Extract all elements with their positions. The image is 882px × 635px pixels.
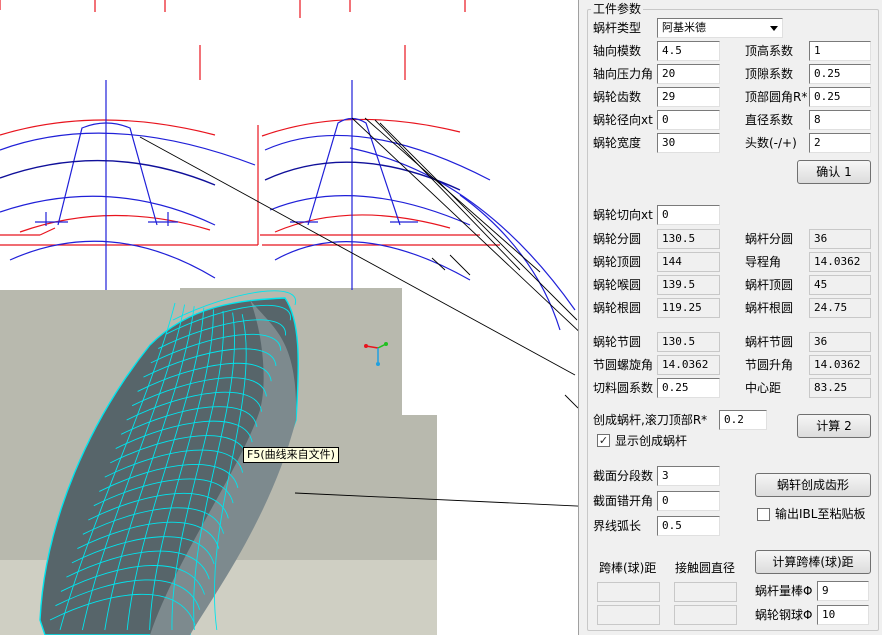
section-angle-label: 截面错开角 bbox=[593, 494, 654, 508]
param-right-input-4[interactable]: 2 bbox=[809, 133, 871, 153]
pitch-left-input-0: 130.5 bbox=[657, 332, 720, 352]
result-right-label-1: 导程角 bbox=[745, 255, 782, 269]
param-right-label-4: 头数(-/+) bbox=[745, 136, 797, 150]
result-right-label-2: 蜗杆顶圆 bbox=[745, 278, 794, 292]
result-left-label-2: 蜗轮喉圆 bbox=[593, 278, 642, 292]
group-title: 工件参数 bbox=[591, 1, 644, 17]
section-count-label: 截面分段数 bbox=[593, 469, 654, 483]
pitch-right-input-1: 14.0362 bbox=[809, 355, 871, 375]
pitch-left-label-0: 蜗轮节圆 bbox=[593, 335, 642, 349]
result-left-label-3: 蜗轮根圆 bbox=[593, 301, 642, 315]
contact-label: 接触圆直径 bbox=[675, 561, 736, 575]
show-worm-checkbox[interactable]: ✓ bbox=[597, 434, 610, 447]
result-right-input-2: 45 bbox=[809, 275, 871, 295]
pitch-right-label-2: 中心距 bbox=[745, 381, 782, 395]
param-left-label-0: 轴向模数 bbox=[593, 44, 642, 58]
result-right-input-3: 24.75 bbox=[809, 298, 871, 318]
pitch-right-input-2: 83.25 bbox=[809, 378, 871, 398]
export-ibl-label: 输出IBL至粘贴板 bbox=[775, 507, 866, 521]
result-left-label-1: 蜗轮顶圆 bbox=[593, 255, 642, 269]
param-right-input-1[interactable]: 0.25 bbox=[809, 64, 871, 84]
arc-length-label: 界线弧长 bbox=[593, 519, 642, 533]
span-label: 跨棒(球)距 bbox=[599, 561, 657, 575]
param-left-input-4[interactable]: 30 bbox=[657, 133, 720, 153]
result-right-label-0: 蜗杆分圆 bbox=[745, 232, 794, 246]
result-left-input-2: 139.5 bbox=[657, 275, 720, 295]
param-left-label-3: 蜗轮径向xt bbox=[593, 113, 653, 127]
param-right-label-2: 顶部圆角R* bbox=[745, 90, 808, 104]
section-angle-input[interactable]: 0 bbox=[657, 491, 720, 511]
generate-tooth-button[interactable]: 蜗轩创成齿形 bbox=[755, 473, 871, 497]
show-worm-label: 显示创成蜗杆 bbox=[615, 434, 688, 448]
param-left-label-2: 蜗轮齿数 bbox=[593, 90, 642, 104]
section-count-input[interactable]: 3 bbox=[657, 466, 720, 486]
span-output bbox=[597, 582, 660, 602]
tangential-label: 蜗轮切向xt bbox=[593, 208, 653, 222]
pitch-right-label-0: 蜗杆节圆 bbox=[745, 335, 794, 349]
param-right-label-0: 顶高系数 bbox=[745, 44, 794, 58]
result-right-label-3: 蜗杆根圆 bbox=[745, 301, 794, 315]
pitch-right-label-1: 节圆升角 bbox=[745, 358, 794, 372]
span-output-2 bbox=[597, 605, 660, 625]
wheel-ball-input[interactable]: 10 bbox=[817, 605, 869, 625]
result-left-input-1: 144 bbox=[657, 252, 720, 272]
wheel-ball-label: 蜗轮钢球Φ bbox=[755, 608, 813, 622]
tangential-input[interactable]: 0 bbox=[657, 205, 720, 225]
param-left-input-1[interactable]: 20 bbox=[657, 64, 720, 84]
worm-rod-input[interactable]: 9 bbox=[817, 581, 869, 601]
calc-button[interactable]: 计算 2 bbox=[797, 414, 871, 438]
contact-output-2 bbox=[674, 605, 737, 625]
param-left-input-2[interactable]: 29 bbox=[657, 87, 720, 107]
param-left-input-3[interactable]: 0 bbox=[657, 110, 720, 130]
hob-label: 创成蜗杆,滚刀顶部R* bbox=[593, 413, 708, 427]
result-right-input-1: 14.0362 bbox=[809, 252, 871, 272]
param-left-label-4: 蜗轮宽度 bbox=[593, 136, 642, 150]
param-left-label-1: 轴向压力角 bbox=[593, 67, 654, 81]
param-right-input-3[interactable]: 8 bbox=[809, 110, 871, 130]
pitch-right-input-0: 36 bbox=[809, 332, 871, 352]
param-right-label-3: 直径系数 bbox=[745, 113, 794, 127]
result-left-input-0: 130.5 bbox=[657, 229, 720, 249]
result-right-input-0: 36 bbox=[809, 229, 871, 249]
pitch-left-label-2: 切料圆系数 bbox=[593, 381, 654, 395]
result-left-label-0: 蜗轮分圆 bbox=[593, 232, 642, 246]
worm-type-select[interactable]: 阿基米德 bbox=[657, 18, 783, 38]
param-right-input-2[interactable]: 0.25 bbox=[809, 87, 871, 107]
param-right-label-1: 顶隙系数 bbox=[745, 67, 794, 81]
worm-type-value: 阿基米德 bbox=[662, 21, 706, 34]
result-left-input-3: 119.25 bbox=[657, 298, 720, 318]
pitch-left-label-1: 节圆螺旋角 bbox=[593, 358, 654, 372]
parameter-panel: 工件参数 蜗杆类型 阿基米德 轴向模数 4.5 轴向压力角 20 蜗轮齿数 29 蜗轮径向x… bbox=[578, 0, 882, 635]
hob-input[interactable]: 0.2 bbox=[719, 410, 767, 430]
cad-viewport[interactable]: F5(曲线来自文件) bbox=[0, 0, 578, 635]
export-ibl-checkbox[interactable] bbox=[757, 508, 770, 521]
worm-type-label: 蜗杆类型 bbox=[593, 21, 642, 35]
calc-span-button[interactable]: 计算跨棒(球)距 bbox=[755, 550, 871, 574]
curve-tooltip: F5(曲线来自文件) bbox=[243, 447, 339, 463]
pitch-left-input-2[interactable]: 0.25 bbox=[657, 378, 720, 398]
arc-length-input[interactable]: 0.5 bbox=[657, 516, 720, 536]
chevron-down-icon bbox=[770, 26, 778, 31]
worm-rod-label: 蜗杆量棒Φ bbox=[755, 584, 813, 598]
pitch-left-input-1: 14.0362 bbox=[657, 355, 720, 375]
cad-drawing bbox=[0, 0, 578, 635]
param-left-input-0[interactable]: 4.5 bbox=[657, 41, 720, 61]
confirm-button[interactable]: 确认 1 bbox=[797, 160, 871, 184]
param-right-input-0[interactable]: 1 bbox=[809, 41, 871, 61]
contact-output bbox=[674, 582, 737, 602]
